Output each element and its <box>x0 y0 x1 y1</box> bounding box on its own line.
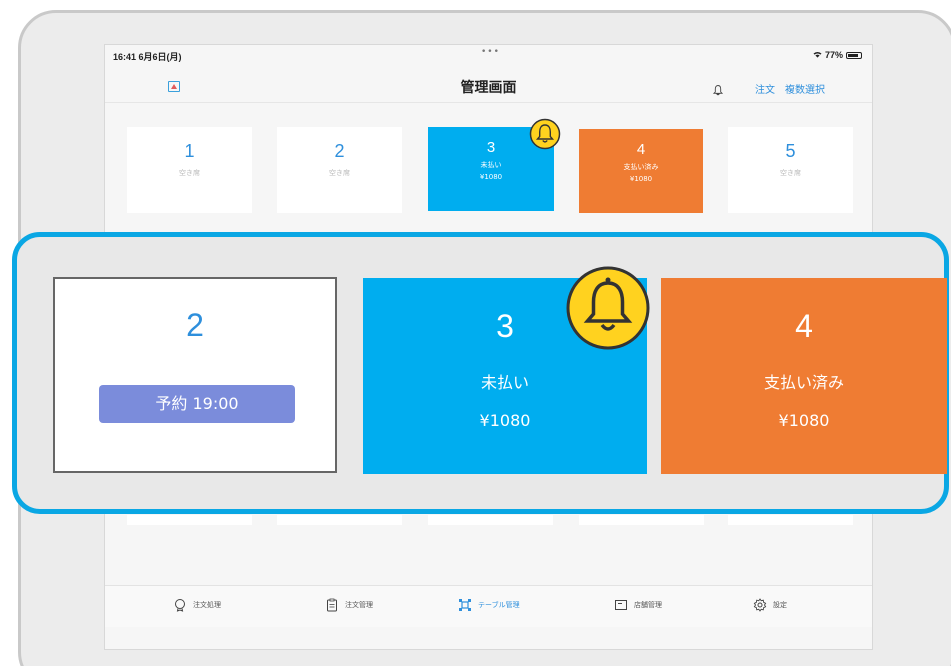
status-bar: 16:41 6月6日(月) ••• 77% <box>105 45 872 67</box>
multi-select-button[interactable]: 複数選択 <box>785 81 825 96</box>
clipboard-icon <box>325 598 339 612</box>
table-tile-1[interactable]: 1 空き席 <box>127 127 252 213</box>
bell-icon[interactable] <box>712 81 724 96</box>
multitask-dots[interactable]: ••• <box>481 47 500 57</box>
table-price: ¥1080 <box>629 175 653 183</box>
table-tile-6[interactable] <box>127 515 252 525</box>
bell-icon[interactable] <box>529 118 561 150</box>
status-right: 77% <box>813 50 862 60</box>
table-status: 支払い済み <box>623 163 659 171</box>
tab-table-management[interactable]: テーブル管理 <box>458 598 520 612</box>
table-status: 空き席 <box>179 169 200 177</box>
tab-label: 注文処理 <box>193 601 221 609</box>
table-status: 未払い <box>480 161 502 169</box>
order-button[interactable]: 注文 <box>755 81 775 96</box>
table-price: ¥1080 <box>479 411 531 430</box>
table-status: 未払い <box>480 373 529 392</box>
table-tile-9[interactable] <box>579 515 704 525</box>
store-icon <box>614 598 628 612</box>
tab-order-process[interactable]: 注文処理 <box>173 598 221 612</box>
tab-label: 注文管理 <box>345 601 373 609</box>
zoom-table-2: 2 予約 19:00 <box>53 277 337 473</box>
table-price: ¥1080 <box>778 411 830 430</box>
table-number: 1 <box>184 141 195 161</box>
table-number: 4 <box>636 141 646 158</box>
table-number: 4 <box>795 308 813 344</box>
status-time: 16:41 6月6日(月) <box>113 52 182 62</box>
table-number: 2 <box>186 307 204 343</box>
table-tile-7[interactable] <box>277 515 402 525</box>
table-status: 空き席 <box>329 169 350 177</box>
tab-order-management[interactable]: 注文管理 <box>325 598 373 612</box>
tab-settings[interactable]: 設定 <box>753 598 787 612</box>
battery-icon <box>846 51 862 59</box>
reservation-badge: 予約 19:00 <box>99 385 295 423</box>
table-icon <box>458 598 472 612</box>
tab-label: 設定 <box>773 601 787 609</box>
zoom-table-4: 4 支払い済み ¥1080 <box>661 278 947 474</box>
bell-icon <box>565 265 651 351</box>
table-tile-5[interactable]: 5 空き席 <box>728 127 853 213</box>
table-price: ¥1080 <box>479 173 503 181</box>
table-status: 支払い済み <box>763 373 844 392</box>
table-tile-4[interactable]: 4 支払い済み ¥1080 <box>579 129 703 213</box>
table-number: 5 <box>785 141 796 161</box>
tab-store-management[interactable]: 店舗管理 <box>614 598 662 612</box>
tab-label: テーブル管理 <box>478 601 520 609</box>
battery-percent: 77% <box>824 50 843 60</box>
tab-bar: 注文処理 注文管理 テーブル管理 店舗管理 設定 <box>105 585 872 627</box>
table-status: 空き席 <box>780 169 801 177</box>
wifi-icon <box>813 50 822 60</box>
zoom-callout: 2 予約 19:00 3 未払い ¥1080 4 支払い済み ¥1080 <box>12 232 949 514</box>
tab-label: 店舗管理 <box>634 601 662 609</box>
table-number: 2 <box>334 141 345 161</box>
navigation-bar: 管理画面 注文 複数選択 <box>105 69 872 103</box>
table-tile-8[interactable] <box>428 515 553 525</box>
table-tile-10[interactable] <box>728 515 853 525</box>
gear-icon <box>753 598 767 612</box>
order-process-icon <box>173 598 187 612</box>
table-tile-2[interactable]: 2 空き席 <box>277 127 402 213</box>
